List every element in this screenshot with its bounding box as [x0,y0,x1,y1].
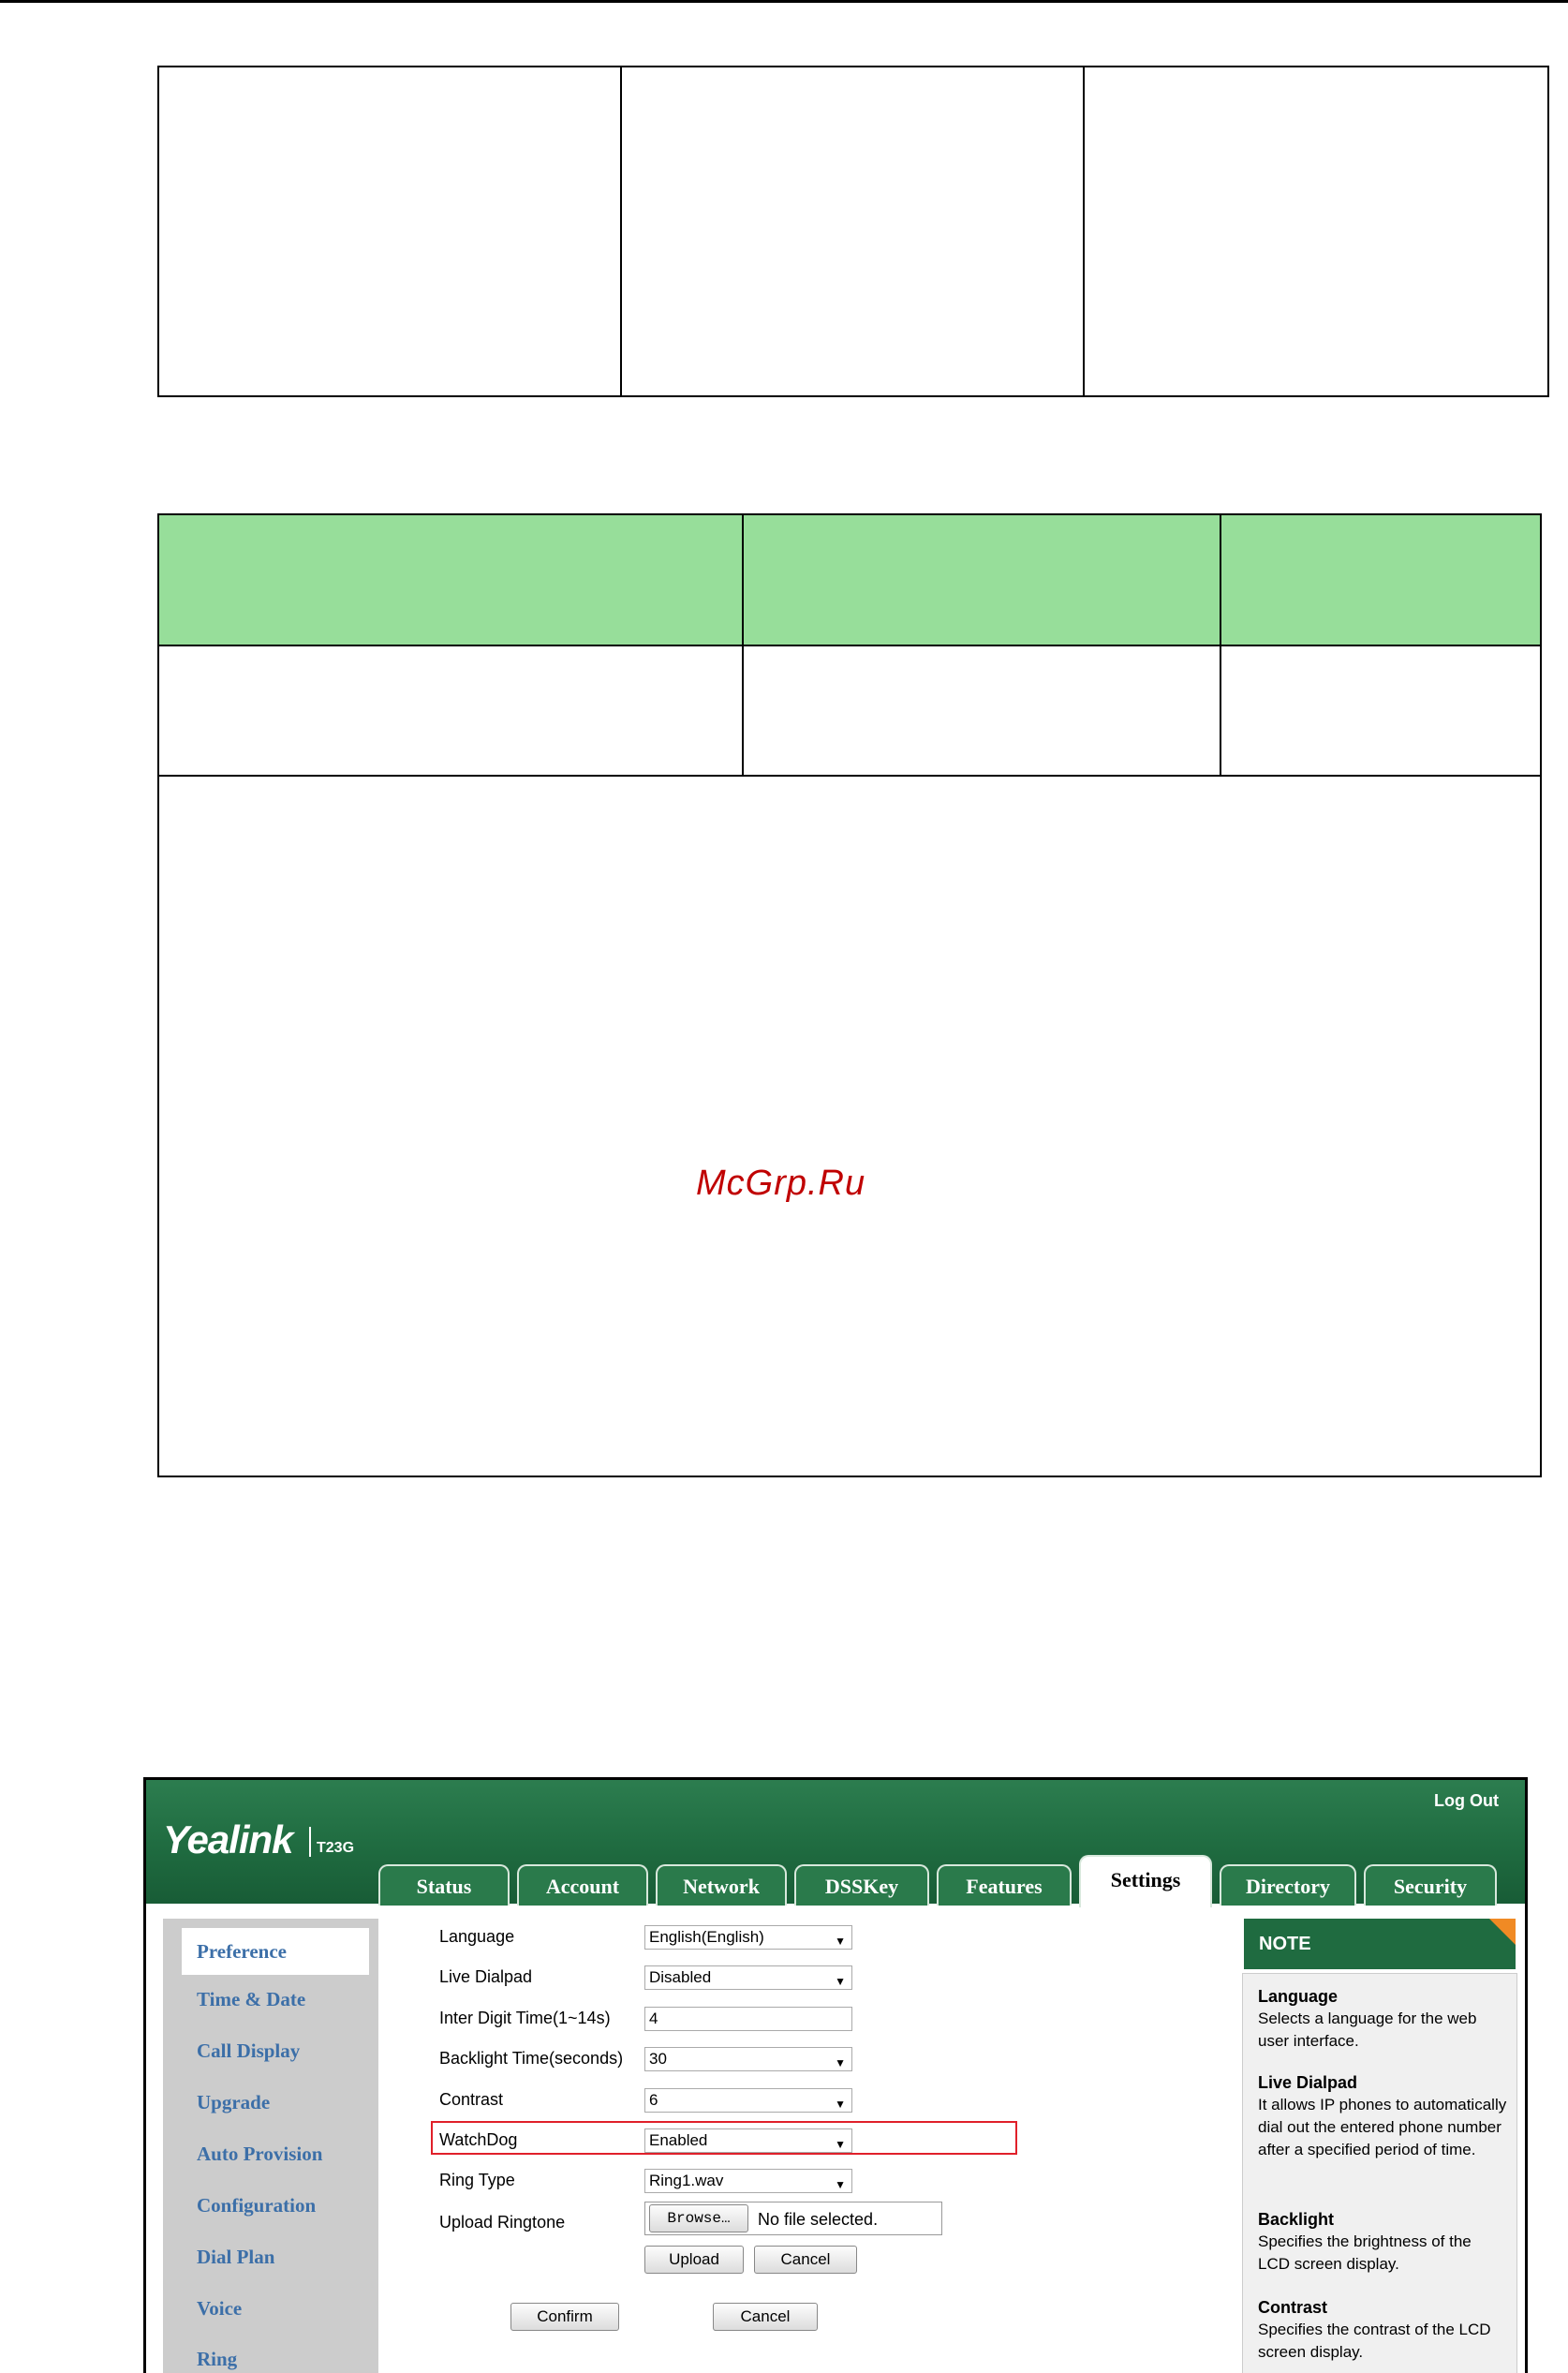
sidebar-item-preference[interactable]: Preference [182,1928,369,1975]
table-header-cell [1220,513,1542,646]
inter-digit-input[interactable]: 4 [644,2007,852,2031]
model-label: T23G [317,1840,355,1856]
tab-account[interactable]: Account [517,1864,648,1906]
sidebar-item-dial-plan[interactable]: Dial Plan [197,2246,274,2269]
table-top [157,66,1549,397]
note-text-backlight: Specifies the brightness of the LCD scre… [1258,2232,1472,2273]
tab-settings[interactable]: Settings [1079,1855,1212,1907]
sidebar-item-call-display[interactable]: Call Display [197,2039,300,2063]
ring-type-value: Ring1.wav [649,2172,724,2189]
contrast-value: 6 [649,2091,658,2109]
backlight-select[interactable]: 30 ▼ [644,2047,852,2071]
note-text-contrast: Specifies the contrast of the LCD screen… [1258,2321,1491,2361]
table-cell [742,645,1221,777]
confirm-button[interactable]: Confirm [510,2303,619,2331]
language-value: English(English) [649,1928,764,1946]
page-top-rule [0,0,1568,3]
note-heading: NOTE [1244,1919,1516,1969]
language-label: Language [439,1927,515,1946]
table-header-cell [742,513,1221,646]
tab-security[interactable]: Security [1364,1864,1497,1906]
table-cell [157,645,744,777]
browse-button[interactable]: Browse… [649,2204,748,2232]
logout-link[interactable]: Log Out [1434,1791,1499,1811]
watermark: McGrp.Ru [696,1164,866,1203]
note-title-contrast: Contrast [1258,2298,1328,2317]
tab-features[interactable]: Features [937,1864,1072,1906]
chevron-down-icon: ▼ [835,2138,846,2151]
cancel-button[interactable]: Cancel [713,2303,818,2331]
sidebar-item-auto-provision[interactable]: Auto Provision [197,2143,322,2166]
upload-button[interactable]: Upload [644,2246,744,2274]
table-top-cell [157,66,622,397]
watchdog-label: WatchDog [439,2130,518,2149]
backlight-value: 30 [649,2050,667,2068]
watchdog-select[interactable]: Enabled ▼ [644,2128,852,2153]
live-dialpad-label: Live Dialpad [439,1967,533,1986]
table-top-cell [1083,66,1549,397]
note-title-language: Language [1258,1987,1339,2006]
tab-dsskey[interactable]: DSSKey [794,1864,929,1906]
chevron-down-icon: ▼ [835,1935,846,1948]
chevron-down-icon: ▼ [835,2178,846,2191]
inter-digit-label: Inter Digit Time(1~14s) [439,2009,611,2027]
tab-status[interactable]: Status [378,1864,510,1906]
contrast-label: Contrast [439,2090,504,2109]
note-text-live-dialpad: It allows IP phones to automatically dia… [1258,2096,1507,2158]
table-top-cell [620,66,1085,397]
note-heading-text: NOTE [1259,1934,1311,1954]
live-dialpad-value: Disabled [649,1968,712,1986]
chevron-down-icon: ▼ [835,2056,846,2069]
ring-type-select[interactable]: Ring1.wav ▼ [644,2169,852,2193]
sidebar: Preference Time & Date Call Display Upgr… [163,1919,378,2373]
live-dialpad-select[interactable]: Disabled ▼ [644,1965,852,1990]
inter-digit-value: 4 [649,2010,658,2027]
sidebar-item-voice[interactable]: Voice [197,2297,242,2321]
file-status: No file selected. [758,2210,879,2229]
app-header: Yealink T23G Log Out Status Account Netw… [146,1780,1525,1907]
watchdog-value: Enabled [649,2131,708,2149]
sidebar-item-time-date[interactable]: Time & Date [197,1988,305,2011]
note-title-backlight: Backlight [1258,2210,1335,2229]
language-select[interactable]: English(English) ▼ [644,1925,852,1950]
note-corner-icon [1489,1919,1516,1945]
preference-form: Language English(English) ▼ Live Dialpad … [382,1919,1375,2373]
chevron-down-icon: ▼ [835,1975,846,1988]
web-ui-screenshot: Yealink T23G Log Out Status Account Netw… [143,1777,1528,2373]
tab-directory[interactable]: Directory [1220,1864,1356,1906]
sidebar-item-ring[interactable]: Ring [197,2348,237,2371]
logo-divider [309,1827,311,1857]
tab-network[interactable]: Network [656,1864,787,1906]
chevron-down-icon: ▼ [835,2098,846,2111]
table-wide-cell [157,775,1542,1477]
table-main [157,513,1542,1477]
sidebar-item-upgrade[interactable]: Upgrade [197,2091,270,2114]
ringtone-file-input: Browse… No file selected. [644,2202,942,2235]
brand-logo: Yealink [163,1817,294,1861]
note-panel: Language Selects a language for the web … [1242,1973,1517,2373]
table-cell [1220,645,1542,777]
ring-type-label: Ring Type [439,2171,515,2189]
cancel-upload-button[interactable]: Cancel [754,2246,857,2274]
sidebar-item-configuration[interactable]: Configuration [197,2194,316,2217]
note-text-language: Selects a language for the web user inte… [1258,2010,1477,2050]
contrast-select[interactable]: 6 ▼ [644,2088,852,2113]
table-header-cell [157,513,744,646]
upload-ringtone-label: Upload Ringtone [439,2213,566,2232]
backlight-label: Backlight Time(seconds) [439,2049,624,2068]
note-title-live-dialpad: Live Dialpad [1258,2073,1358,2092]
